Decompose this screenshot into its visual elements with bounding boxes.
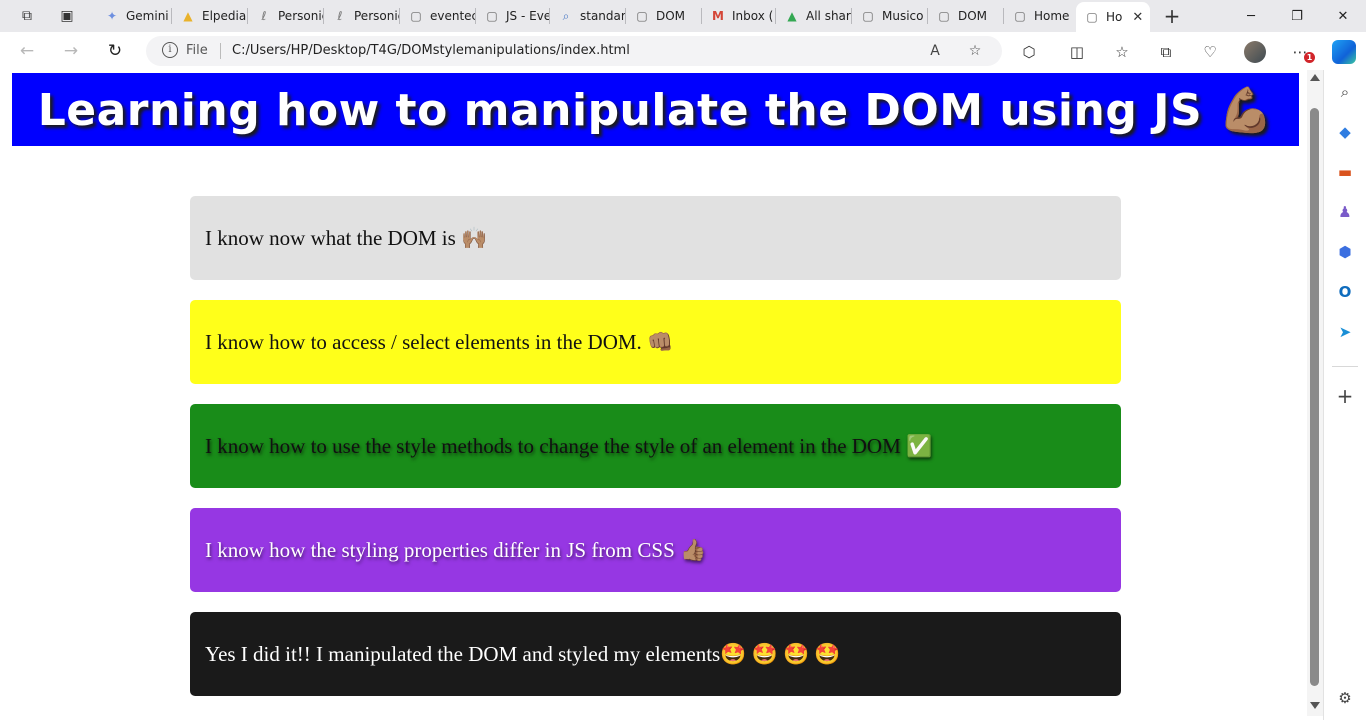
forward-button[interactable]: → [56,37,86,65]
settings-icon[interactable]: ⚙ [1334,687,1356,709]
tab-gemini[interactable]: ✦ Gemini [96,2,172,30]
games-icon[interactable]: ♟ [1334,201,1356,223]
tab-dom-2[interactable]: ▢ DOM [928,2,1004,30]
tab-dom-1[interactable]: ▢ DOM [626,2,702,30]
url-text[interactable]: C:/Users/HP/Desktop/T4G/DOMstylemanipula… [232,43,630,58]
page-icon: ▢ [636,9,648,23]
tab-strip: ⧉ ▣ ✦ Gemini ▲ Elpedia ℓ Personic ℓ Pers… [0,0,1366,32]
list-item: I know now what the DOM is 🙌🏽 [190,196,1121,280]
page-icon: ▢ [862,9,874,23]
browser-toolbar: ← → ↻ i File C:/Users/HP/Desktop/T4G/DOM… [0,32,1366,70]
list-item: I know how to access / select elements i… [190,300,1121,384]
copilot-icon[interactable] [1332,40,1356,64]
tab-elpedia[interactable]: ▲ Elpedia [172,2,248,30]
tab-active[interactable]: ▢ Ho ✕ [1076,2,1150,32]
tab-label: Home [1034,9,1070,23]
page-icon: ▢ [1086,10,1098,24]
favorites-icon[interactable]: ☆ [1110,41,1134,63]
close-tab-icon[interactable]: ✕ [1132,10,1143,25]
scheme-label: File [186,43,208,58]
tab-label: DOM [958,9,988,23]
restore-button[interactable]: ❐ [1274,0,1320,32]
add-icon[interactable]: + [1334,384,1356,408]
profile-avatar[interactable] [1244,41,1266,63]
workspaces-icon[interactable]: ⧉ [12,2,42,30]
tab-label: Gemini [126,9,169,23]
browser-essentials-icon[interactable]: ♡ [1198,41,1222,63]
divider [220,43,221,59]
favorite-star-icon[interactable]: ☆ [964,41,986,61]
tab-all-shared[interactable]: ▲ All shar [776,2,852,30]
page-viewport: Learning how to manipulate the DOM using… [4,70,1307,716]
tab-label: Personic [278,9,324,23]
edge-sidebar: ⌕ ◆ ▬ ♟ ⬢ O ➤ + ⚙ [1323,70,1366,720]
briefcase-icon[interactable]: ▬ [1334,161,1356,183]
tab-label: Ho [1106,10,1123,24]
send-icon[interactable]: ➤ [1334,321,1356,343]
drive-icon: ▲ [787,9,797,23]
search-icon[interactable]: ⌕ [1334,81,1356,103]
reload-button[interactable]: ↻ [100,37,130,65]
gmail-icon: M [712,9,724,23]
back-button[interactable]: ← [12,37,42,65]
page-banner: Learning how to manipulate the DOM using… [12,73,1299,146]
tab-label: All shar [806,9,851,23]
page-icon: ▢ [938,9,950,23]
copilot-icon[interactable]: ⬢ [1334,241,1356,263]
outlook-icon[interactable]: O [1334,281,1356,303]
close-window-button[interactable]: ✕ [1320,0,1366,32]
info-icon[interactable]: i [162,42,178,58]
minimize-button[interactable]: ─ [1228,0,1274,32]
read-aloud-icon[interactable]: A [924,41,946,61]
tab-eventec[interactable]: ▢ eventec [400,2,476,30]
tab-standard[interactable]: ⌕ standar [550,2,626,30]
drive-icon: ▲ [183,9,193,23]
extensions-icon[interactable]: ⬡ [1017,41,1041,63]
page-icon: ▢ [486,9,498,23]
tab-label: DOM [656,9,686,23]
tab-personio-1[interactable]: ℓ Personic [248,2,324,30]
personio-icon: ℓ [337,9,343,23]
new-tab-button[interactable]: + [1158,4,1186,28]
tab-inbox[interactable]: M Inbox ( [702,2,776,30]
tab-js-events[interactable]: ▢ JS - Eve [476,2,550,30]
scroll-down-icon[interactable] [1310,702,1320,709]
vertical-tabs-icon[interactable]: ▣ [52,2,82,30]
tab-home[interactable]: ▢ Home [1004,2,1076,30]
list-item: I know how the styling properties differ… [190,508,1121,592]
page-scrollbar[interactable] [1307,70,1323,716]
address-bar[interactable]: i File C:/Users/HP/Desktop/T4G/DOMstylem… [146,36,1002,66]
tab-label: Musico [882,9,924,23]
tab-label: standar [580,9,626,23]
tag-icon[interactable]: ◆ [1334,121,1356,143]
split-screen-icon[interactable]: ◫ [1065,41,1089,63]
page-title: Learning how to manipulate the DOM using… [37,84,1274,136]
personio-icon: ℓ [261,9,267,23]
tab-label: eventec [430,9,476,23]
tab-label: Inbox ( [732,9,774,23]
tab-personio-2[interactable]: ℓ Personic [324,2,400,30]
scroll-up-icon[interactable] [1310,74,1320,81]
tab-musico[interactable]: ▢ Musico [852,2,928,30]
page-icon: ▢ [410,9,422,23]
scrollbar-thumb[interactable] [1310,108,1319,686]
tab-label: Personic [354,9,400,23]
list-item: Yes I did it!! I manipulated the DOM and… [190,612,1121,696]
tab-label: JS - Eve [506,9,550,23]
notification-badge: 1 [1304,52,1315,63]
gemini-icon: ✦ [106,9,118,23]
list-item: I know how to use the style methods to c… [190,404,1121,488]
tab-label: Elpedia [202,9,247,23]
page-icon: ▢ [1014,9,1026,23]
search-icon: ⌕ [562,8,570,23]
collections-icon[interactable]: ⧉ [1154,41,1178,63]
